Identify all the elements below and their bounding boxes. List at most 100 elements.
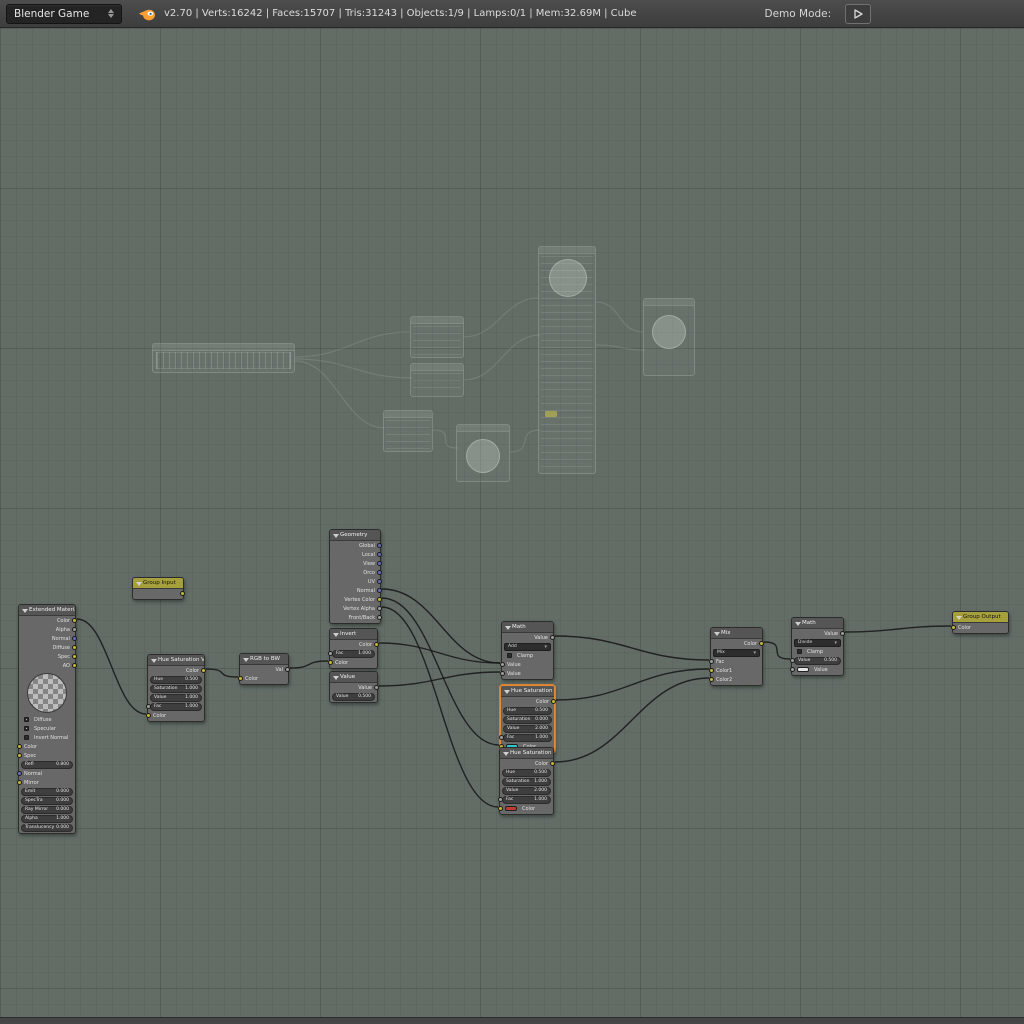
node-header[interactable]: Math xyxy=(792,618,843,629)
value-slider[interactable]: Hue0.500 xyxy=(150,676,202,684)
input-socket[interactable] xyxy=(498,806,503,811)
collapse-icon[interactable] xyxy=(333,633,339,637)
checkbox[interactable] xyxy=(24,726,29,731)
output-socket[interactable] xyxy=(377,561,382,566)
node-hsv-1[interactable]: Hue Saturation ValueColorHue0.500Saturat… xyxy=(147,654,205,722)
input-socket[interactable] xyxy=(951,625,956,630)
checkbox[interactable] xyxy=(797,649,802,654)
output-socket[interactable] xyxy=(377,543,382,548)
node-header[interactable]: Hue Saturation Value xyxy=(501,686,554,697)
input-socket[interactable] xyxy=(328,660,333,665)
value-slider[interactable]: Saturation1.000 xyxy=(502,778,551,786)
node-hsv-3[interactable]: Hue Saturation ValueColorHue0.500Saturat… xyxy=(499,747,554,815)
color-swatch[interactable] xyxy=(797,667,809,672)
input-socket[interactable] xyxy=(146,713,151,718)
operation-dropdown[interactable]: Add▾ xyxy=(504,643,551,651)
play-button[interactable] xyxy=(845,4,871,24)
node-header[interactable]: Hue Saturation Value xyxy=(500,748,553,759)
operation-dropdown[interactable]: Mix▾ xyxy=(713,649,760,657)
output-socket[interactable] xyxy=(550,635,555,640)
output-socket[interactable] xyxy=(550,761,555,766)
collapse-icon[interactable] xyxy=(22,609,28,613)
output-socket[interactable] xyxy=(72,654,77,659)
output-socket[interactable] xyxy=(551,699,556,704)
node-math-divide[interactable]: MathValueDivide▾ClampValue0.500Value xyxy=(791,617,844,676)
operation-dropdown[interactable]: Divide▾ xyxy=(794,639,841,647)
value-slider[interactable]: Hue0.500 xyxy=(502,769,551,777)
node-math-add[interactable]: MathValueAdd▾ClampValueValue xyxy=(501,621,554,680)
value-slider[interactable]: Value0.500 xyxy=(332,693,375,701)
input-socket[interactable] xyxy=(498,797,503,802)
output-socket[interactable] xyxy=(377,606,382,611)
node-header[interactable]: Value xyxy=(330,672,377,683)
input-socket[interactable] xyxy=(709,677,714,682)
output-socket[interactable] xyxy=(377,552,382,557)
input-socket[interactable] xyxy=(17,744,22,749)
node-header[interactable]: Group Output xyxy=(953,612,1008,623)
node-header[interactable]: Hue Saturation Value xyxy=(148,655,204,666)
value-slider[interactable]: Saturation0.000 xyxy=(503,716,552,724)
engine-select-dropdown[interactable]: Blender Game xyxy=(6,4,122,24)
value-slider[interactable]: Refl0.800 xyxy=(21,761,73,769)
input-socket[interactable] xyxy=(146,704,151,709)
node-extended-material[interactable]: Extended MaterialColorAlphaNormalDiffuse… xyxy=(18,604,76,834)
output-socket[interactable] xyxy=(374,685,379,690)
value-slider[interactable]: Value1.000 xyxy=(150,694,202,702)
value-slider[interactable]: Value0.500 xyxy=(794,657,841,665)
checkbox[interactable] xyxy=(507,653,512,658)
value-slider[interactable]: Alpha1.000 xyxy=(21,815,73,823)
value-slider[interactable]: Translucency0.000 xyxy=(21,824,73,832)
collapse-icon[interactable] xyxy=(243,658,249,662)
input-socket[interactable] xyxy=(500,671,505,676)
input-socket[interactable] xyxy=(17,771,22,776)
collapse-icon[interactable] xyxy=(956,616,962,620)
input-socket[interactable] xyxy=(709,668,714,673)
collapse-icon[interactable] xyxy=(505,626,511,630)
value-slider[interactable]: Fac1.000 xyxy=(150,703,202,711)
node-header[interactable]: Math xyxy=(502,622,553,633)
value-slider[interactable]: Emit0.000 xyxy=(21,788,73,796)
output-socket[interactable] xyxy=(377,588,382,593)
output-socket[interactable] xyxy=(377,579,382,584)
input-socket[interactable] xyxy=(499,735,504,740)
collapse-icon[interactable] xyxy=(151,659,157,663)
node-mix[interactable]: MixColorMix▾FacColor1Color2 xyxy=(710,627,763,686)
node-value[interactable]: ValueValueValue0.500 xyxy=(329,671,378,703)
collapse-icon[interactable] xyxy=(333,676,339,680)
value-slider[interactable]: Fac1.000 xyxy=(503,734,552,742)
collapse-icon[interactable] xyxy=(333,534,339,538)
value-slider[interactable]: Hue0.500 xyxy=(503,707,552,715)
value-slider[interactable]: Value2.000 xyxy=(503,725,552,733)
output-socket[interactable] xyxy=(72,627,77,632)
value-slider[interactable]: SpecTra0.000 xyxy=(21,797,73,805)
node-header[interactable]: Mix xyxy=(711,628,762,639)
value-slider[interactable]: Saturation1.000 xyxy=(150,685,202,693)
node-invert[interactable]: InvertColorFac1.000Color xyxy=(329,628,378,669)
output-socket[interactable] xyxy=(374,642,379,647)
collapse-icon[interactable] xyxy=(714,632,720,636)
node-geometry[interactable]: GeometryGlobalLocalViewOrcoUVNormalVerte… xyxy=(329,529,381,624)
node-hsv-2[interactable]: Hue Saturation ValueColorHue0.500Saturat… xyxy=(500,685,555,753)
output-socket[interactable] xyxy=(72,645,77,650)
input-socket[interactable] xyxy=(17,780,22,785)
value-slider[interactable]: Ray Mirror0.000 xyxy=(21,806,73,814)
collapse-icon[interactable] xyxy=(795,622,801,626)
input-socket[interactable] xyxy=(709,659,714,664)
value-slider[interactable]: Fac1.000 xyxy=(332,650,375,658)
checkbox[interactable] xyxy=(24,735,29,740)
output-socket[interactable] xyxy=(72,636,77,641)
value-slider[interactable]: Value2.000 xyxy=(502,787,551,795)
checkbox[interactable] xyxy=(24,717,29,722)
collapse-icon[interactable] xyxy=(504,690,510,694)
node-header[interactable]: Geometry xyxy=(330,530,380,541)
color-swatch[interactable] xyxy=(505,806,517,811)
input-socket[interactable] xyxy=(328,651,333,656)
output-socket[interactable] xyxy=(180,591,185,596)
node-group-input[interactable]: Group Input xyxy=(132,577,184,600)
output-socket[interactable] xyxy=(201,668,206,673)
input-socket[interactable] xyxy=(790,667,795,672)
collapse-icon[interactable] xyxy=(503,752,509,756)
input-socket[interactable] xyxy=(500,662,505,667)
input-socket[interactable] xyxy=(790,658,795,663)
output-socket[interactable] xyxy=(377,615,382,620)
